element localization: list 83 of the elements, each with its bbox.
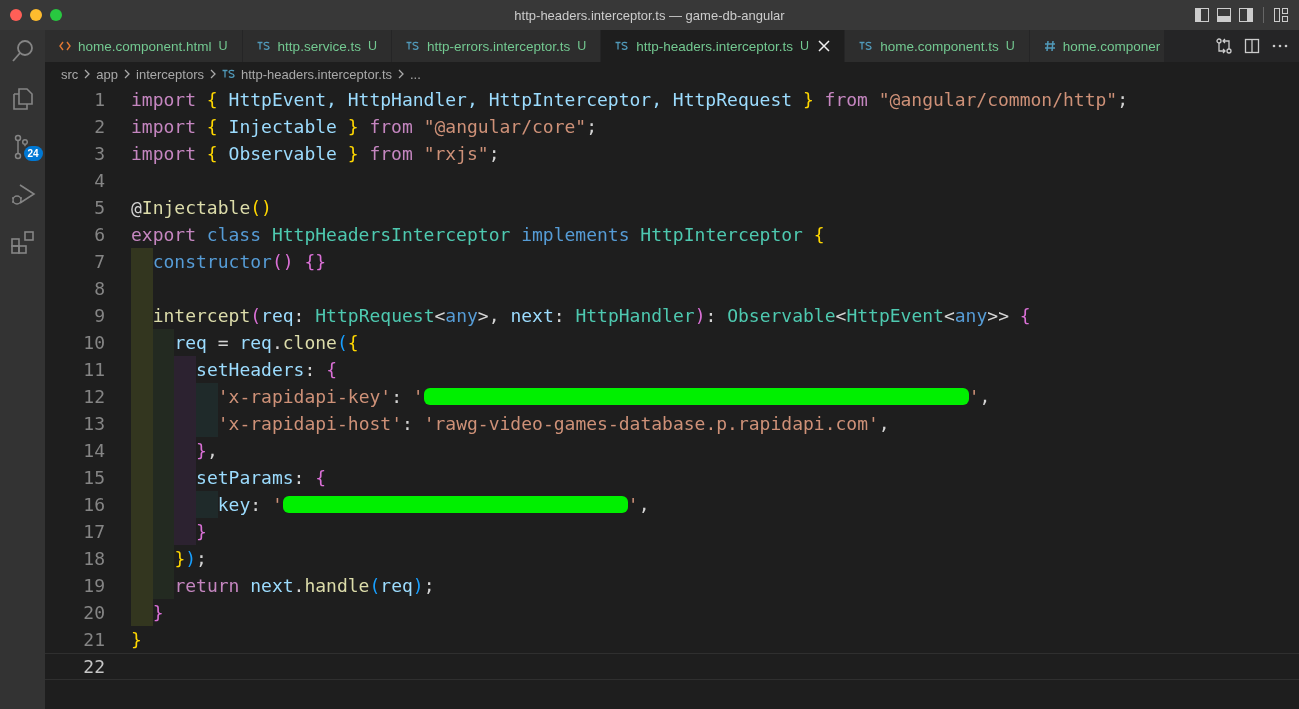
zoom-window-button[interactable]: [50, 9, 62, 21]
code-line: 'x-rapidapi-key': ' ',: [217, 386, 991, 407]
code-line: },: [196, 440, 218, 461]
code-line: });: [174, 548, 207, 569]
code-line: key: ' ',: [217, 494, 650, 515]
toggle-sidebar-icon[interactable]: [1194, 7, 1210, 23]
line-number: 9: [93, 305, 105, 326]
search-icon[interactable]: [9, 38, 36, 64]
editor-tab[interactable]: http-headers.interceptor.ts U: [601, 30, 846, 62]
chevron-icon: [397, 68, 405, 80]
code-line: setParams: {: [196, 467, 327, 488]
editor-tab[interactable]: home.component.html U: [45, 30, 243, 62]
code-line: }: [196, 521, 207, 542]
line-number: 13: [82, 413, 105, 434]
line-number: 5: [93, 197, 105, 218]
code-line: setHeaders: {: [196, 359, 337, 380]
code-line: export class HttpHeadersInterceptor implements HttpInterceptor {: [131, 224, 825, 245]
code-brackets-icon: [59, 41, 71, 51]
extensions-icon[interactable]: [9, 230, 36, 256]
line-number: 2: [93, 116, 105, 137]
editor-tab[interactable]: home.component.ts U: [845, 30, 1030, 62]
editor-tab[interactable]: home.componer: [1029, 30, 1166, 62]
breadcrumb-item[interactable]: http-headers.interceptor.ts: [240, 66, 392, 82]
line-number: 4: [93, 170, 105, 191]
editor-tab[interactable]: http.service.ts U: [242, 30, 392, 62]
toggle-secondary-sidebar-icon[interactable]: [1238, 7, 1254, 23]
line-number: 21: [82, 629, 105, 650]
chevron-icon: [208, 68, 217, 80]
split-editor-icon[interactable]: [1243, 37, 1261, 55]
code-line: import { HttpEvent, HttpHandler, HttpInterceptor, HttpRequest } from "@angular/common/http";: [131, 89, 1129, 110]
code-line: }: [152, 602, 164, 623]
run-debug-icon[interactable]: [9, 182, 36, 208]
line-number: 3: [93, 143, 105, 164]
line-number: 7: [93, 251, 105, 272]
minimize-window-button[interactable]: [30, 9, 42, 21]
line-number: 1: [93, 89, 105, 110]
typescript-icon: [405, 41, 420, 51]
close-icon[interactable]: [818, 40, 831, 52]
code-line: @Injectable(): [131, 197, 272, 218]
indent-guide: [152, 572, 175, 599]
customize-layout-icon[interactable]: [1273, 7, 1289, 23]
close-window-button[interactable]: [10, 9, 22, 21]
changes-count-badge: 24: [23, 146, 43, 161]
indent-guide: [152, 329, 175, 356]
breadcrumb-item[interactable]: app: [96, 66, 119, 82]
code-line: }: [131, 629, 142, 650]
line-number: 10: [82, 332, 105, 353]
code-line: constructor() {}: [152, 251, 327, 272]
line-number: 15: [82, 467, 105, 488]
chevron-icon: [123, 68, 132, 80]
indent-guide: [131, 248, 153, 275]
indent-guide: [131, 599, 153, 626]
breadcrumb-item[interactable]: src: [61, 66, 79, 82]
chevron-icon: [83, 68, 92, 80]
hash-icon: [1043, 40, 1056, 52]
line-number: 20: [82, 602, 105, 623]
typescript-icon: [221, 69, 236, 79]
line-number: 19: [82, 575, 105, 596]
typescript-icon: [615, 41, 630, 51]
line-number: 8: [93, 278, 105, 299]
code-line: req = req.clone({: [174, 332, 359, 353]
breadcrumb-item[interactable]: ...: [410, 66, 421, 82]
typescript-icon: [859, 41, 874, 51]
line-number: 16: [82, 494, 105, 515]
code-line: import { Observable } from "rxjs";: [131, 143, 500, 164]
line-number: 22: [82, 656, 105, 677]
code-line: intercept(req: HttpRequest<any>, next: HttpHandler): Observable<HttpEvent<any>> {: [152, 305, 1031, 326]
line-number: 18: [82, 548, 105, 569]
line-number: 17: [82, 521, 105, 542]
editor-tab[interactable]: http-errors.interceptor.ts U: [391, 30, 602, 62]
code-line: return next.handle(req);: [174, 575, 435, 596]
toggle-panel-icon[interactable]: [1216, 7, 1232, 23]
breadcrumb-item[interactable]: interceptors: [136, 66, 204, 82]
line-number: 14: [82, 440, 105, 461]
line-number: 11: [82, 359, 105, 380]
window-title: http-headers.interceptor.ts — game-db-angular: [514, 7, 785, 23]
line-number: 6: [93, 224, 105, 245]
line-number: 12: [82, 386, 105, 407]
typescript-icon: [256, 41, 271, 51]
code-line: 'x-rapidapi-host': 'rawg-video-games-database.p.rapidapi.com',: [217, 413, 890, 434]
source-control-icon[interactable]: [13, 134, 28, 160]
code-line: import { Injectable } from "@angular/core";: [131, 116, 598, 137]
compare-changes-icon[interactable]: [1215, 37, 1233, 55]
